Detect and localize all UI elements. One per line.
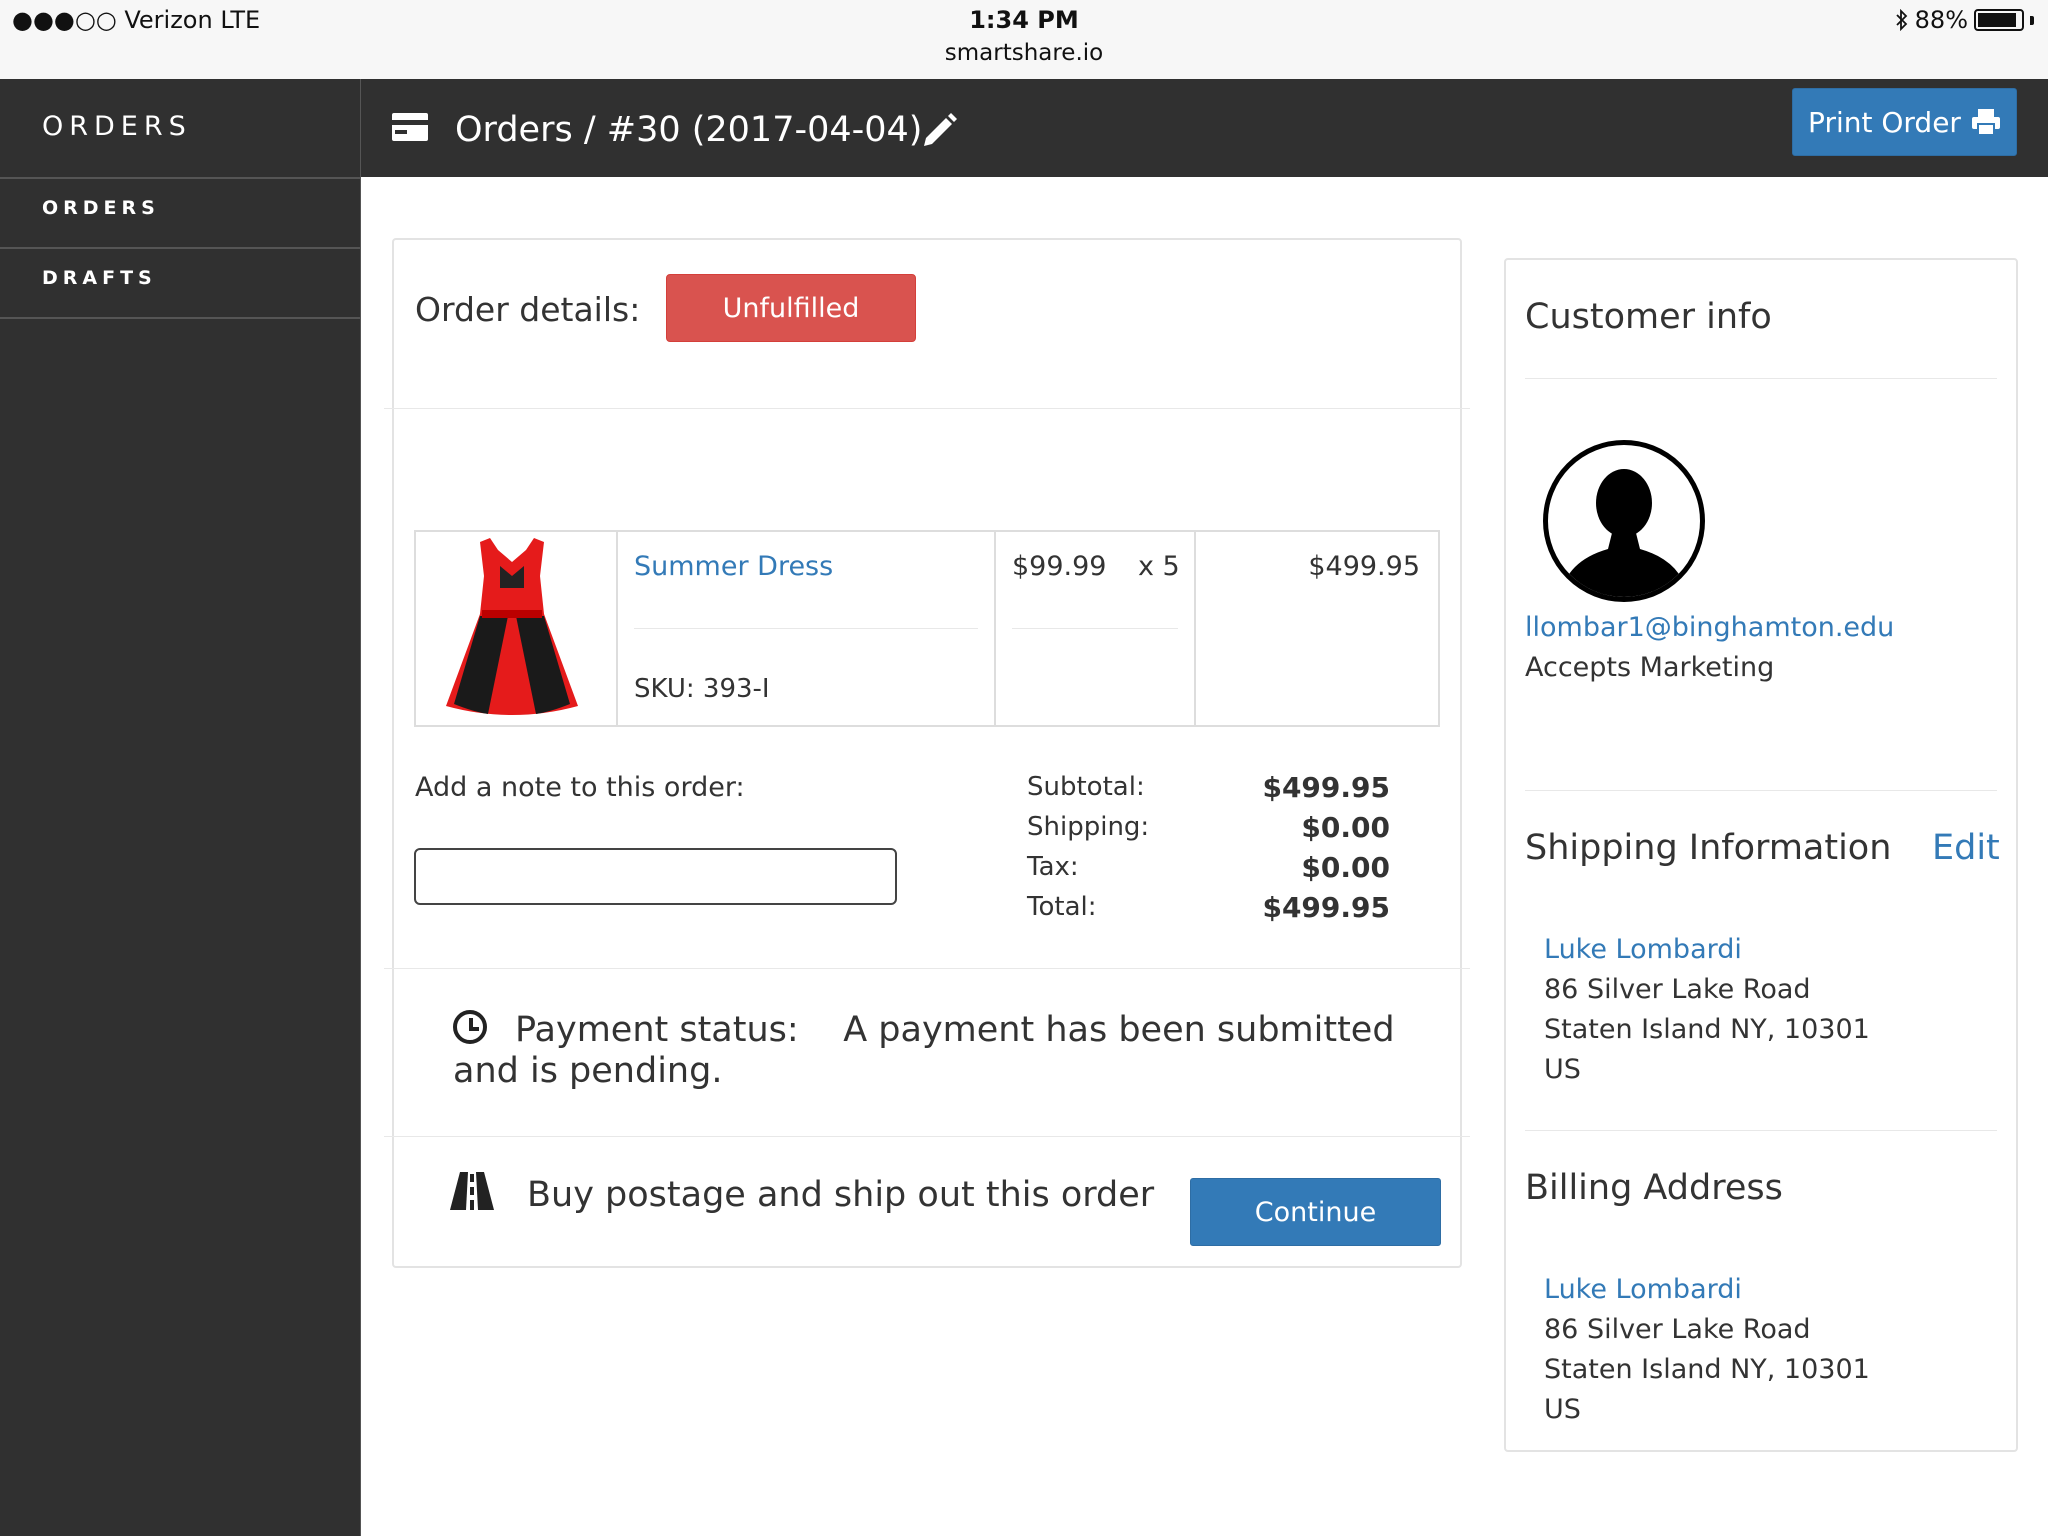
section-divider [1525,1130,1997,1131]
shipping-address-line2: Staten Island NY, 10301 [1544,1014,1870,1045]
sidebar [0,79,361,1536]
ship-order-text: Buy postage and ship out this order [527,1175,1155,1215]
customer-email-link[interactable]: llombar1@binghamton.edu [1525,612,1894,643]
battery-tip [2030,15,2034,25]
total-value: $499.95 [1262,891,1390,924]
line-total: $499.95 [1308,551,1420,582]
billing-address-line1: 86 Silver Lake Road [1544,1314,1811,1345]
clock-time: 1:34 PM [969,6,1079,34]
printer-icon [1971,109,2000,136]
sidebar-item-orders[interactable]: ORDERS [42,197,160,219]
customer-info-title: Customer info [1525,297,1772,337]
sidebar-item-drafts[interactable]: DRAFTS [42,267,157,289]
subtotal-value: $499.95 [1262,771,1390,804]
table-divider [616,530,618,727]
payment-status: Payment status: A payment has been submi… [453,1010,1433,1092]
status-right: 88% [1895,6,2034,34]
marketing-status: Accepts Marketing [1525,652,1775,683]
cell-divider [634,628,978,629]
order-note-input[interactable] [414,848,897,905]
print-order-label: Print Order [1808,105,1961,139]
tax-value: $0.00 [1301,851,1390,884]
billing-address-line2: Staten Island NY, 10301 [1544,1354,1870,1385]
avatar [1543,440,1705,602]
pencil-icon[interactable] [920,108,960,148]
billing-address-title: Billing Address [1525,1168,1783,1208]
user-silhouette-icon [1560,469,1688,597]
battery-icon [1974,9,2024,31]
shipping-value: $0.00 [1301,811,1390,844]
bluetooth-icon [1896,9,1907,31]
subtotal-label: Subtotal: [1027,772,1145,802]
shipping-country: US [1544,1054,1581,1085]
sidebar-divider [0,177,360,179]
order-card [392,238,1462,1268]
shipping-label: Shipping: [1027,812,1150,842]
total-label: Total: [1027,892,1097,922]
battery-percent: 88% [1914,6,1968,34]
section-divider [1525,378,1997,379]
section-divider [384,1136,1470,1137]
edit-shipping-link[interactable]: Edit [1932,828,2000,868]
sidebar-title: ORDERS [42,111,192,142]
unit-price: $99.99 [1012,551,1107,582]
note-label: Add a note to this order: [415,772,745,803]
credit-card-icon [392,113,428,141]
billing-name-link[interactable]: Luke Lombardi [1544,1274,1742,1305]
product-sku: SKU: 393-I [634,674,770,704]
section-divider [1525,790,1997,791]
section-divider [384,408,1470,409]
shipping-info-title: Shipping Information [1525,828,1892,868]
fulfillment-status-badge: Unfulfilled [666,274,916,342]
billing-country: US [1544,1394,1581,1425]
clock-icon [453,1010,487,1044]
product-name-link[interactable]: Summer Dress [634,551,833,582]
payment-status-label: Payment status: [515,1010,799,1050]
sidebar-divider [0,317,360,319]
road-icon [450,1172,494,1210]
table-divider [994,530,996,727]
sidebar-divider [0,247,360,249]
quantity: x 5 [1138,551,1180,582]
shipping-address-line1: 86 Silver Lake Road [1544,974,1811,1005]
address-bar-url[interactable]: smartshare.io [0,40,2048,66]
product-image[interactable] [440,536,584,720]
order-details-label: Order details: [415,290,641,329]
print-order-button[interactable]: Print Order [1792,88,2017,156]
continue-button[interactable]: Continue [1190,1178,1441,1246]
page-title: Orders / #30 (2017-04-04) [455,110,923,150]
shipping-name-link[interactable]: Luke Lombardi [1544,934,1742,965]
cell-divider [1012,628,1178,629]
tax-label: Tax: [1027,852,1079,882]
section-divider [384,968,1470,969]
